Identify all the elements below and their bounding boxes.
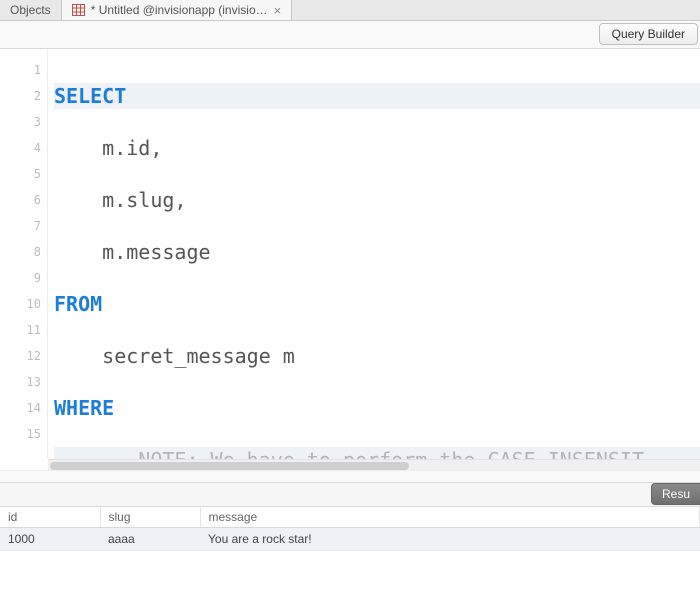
close-icon[interactable]: × [274, 4, 282, 17]
table-row-empty [0, 550, 700, 590]
sql-ident: m [102, 240, 114, 264]
cell-slug: aaaa [100, 527, 200, 550]
column-header-message[interactable]: message [200, 506, 700, 527]
sql-keyword: SELECT [54, 84, 126, 108]
line-number: 13 [0, 369, 41, 395]
sql-ident: m [102, 188, 114, 212]
line-number: 15 [0, 421, 41, 447]
column-header-id[interactable]: id [0, 506, 100, 527]
line-number: 5 [0, 161, 41, 187]
line-number: 14 [0, 395, 41, 421]
sql-ident: slug [126, 188, 174, 212]
results-button[interactable]: Resu [651, 483, 700, 505]
line-number: 4 [0, 135, 41, 161]
tab-query-label: * Untitled @invisionapp (invisio… [91, 3, 268, 17]
sql-punct: . [114, 240, 126, 264]
line-number: 2 [0, 83, 41, 109]
results-header-row: id slug message [0, 506, 700, 527]
panel-spacer [0, 470, 700, 482]
line-number: 7 [0, 213, 41, 239]
line-number: 12 [0, 343, 41, 369]
results-toolbar: Resu [0, 482, 700, 505]
tab-query[interactable]: * Untitled @invisionapp (invisio… × [62, 0, 293, 20]
sql-editor[interactable]: 1 2 3 4 5 6 7 8 9 10 11 12 13 14 15 SELE… [0, 49, 700, 459]
query-builder-button[interactable]: Query Builder [599, 23, 698, 45]
results-table: id slug message 1000 aaaa You are a rock… [0, 506, 700, 590]
line-number: 10 [0, 291, 41, 317]
cell-message: You are a rock star! [200, 527, 700, 550]
tab-objects[interactable]: Objects [0, 0, 62, 20]
sql-keyword: WHERE [54, 396, 114, 420]
cell-id: 1000 [0, 527, 100, 550]
line-number: 9 [0, 265, 41, 291]
line-number: 11 [0, 317, 41, 343]
sql-punct: , [150, 136, 162, 160]
tab-objects-label: Objects [10, 3, 51, 17]
table-row[interactable]: 1000 aaaa You are a rock star! [0, 527, 700, 550]
horizontal-scrollbar[interactable] [48, 459, 700, 471]
code-area[interactable]: SELECT m.id, m.slug, m.message FROM secr… [48, 49, 700, 459]
line-number: 3 [0, 109, 41, 135]
sql-punct: . [114, 136, 126, 160]
line-number-gutter: 1 2 3 4 5 6 7 8 9 10 11 12 13 14 15 [0, 49, 48, 459]
sql-ident: message [126, 240, 210, 264]
line-number: 1 [0, 57, 41, 83]
sql-comment: -- NOTE: We have to perform the CASE INS… [102, 448, 644, 459]
sql-ident: id [126, 136, 150, 160]
scrollbar-thumb[interactable] [50, 462, 409, 470]
sql-punct: . [114, 188, 126, 212]
table-grid-icon [72, 4, 85, 16]
sql-ident: secret_message m [102, 344, 295, 368]
sql-keyword: FROM [54, 292, 102, 316]
line-number: 8 [0, 239, 41, 265]
sql-punct: , [174, 188, 186, 212]
line-number: 6 [0, 187, 41, 213]
column-header-slug[interactable]: slug [100, 506, 200, 527]
sql-ident: m [102, 136, 114, 160]
editor-toolbar: Query Builder [0, 21, 700, 48]
tab-bar: Objects * Untitled @invisionapp (invisio… [0, 0, 700, 21]
